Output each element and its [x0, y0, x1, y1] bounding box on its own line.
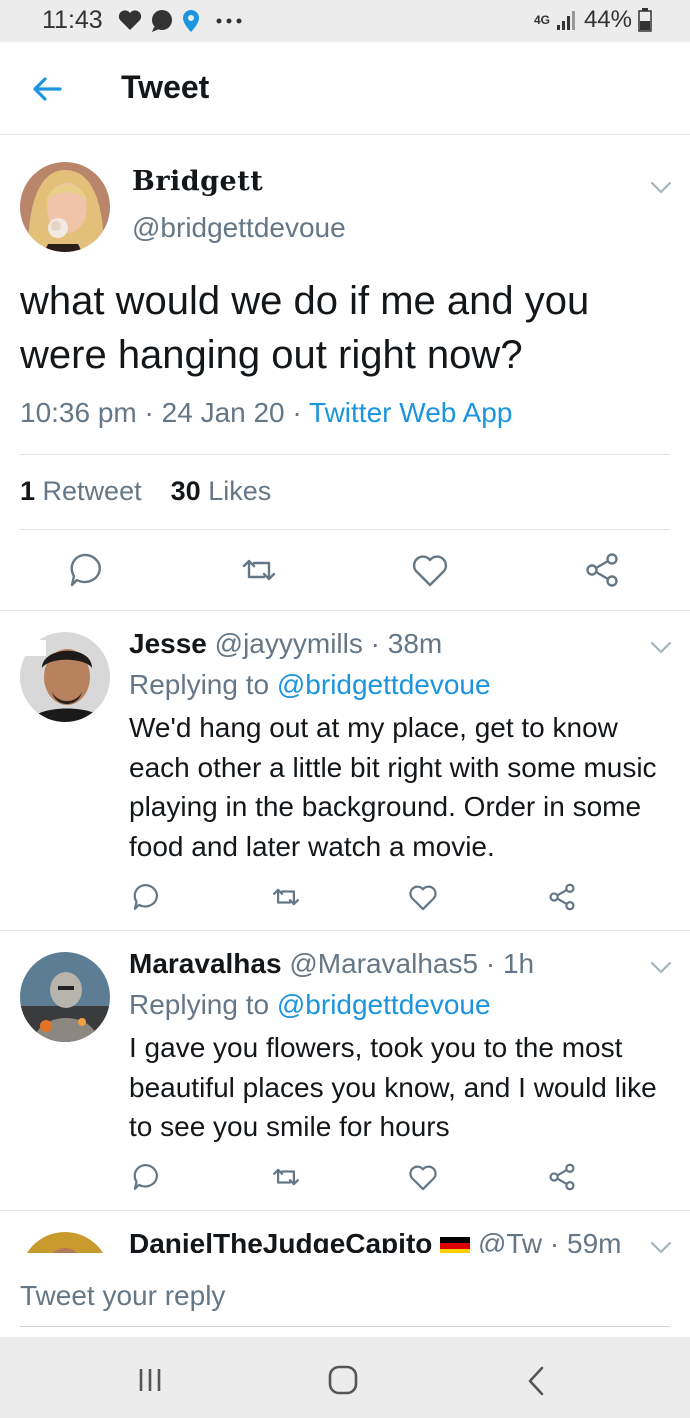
likes-stat[interactable]: 30 Likes — [171, 476, 272, 506]
replying-to-line: Replying to @bridgettdevoue — [129, 989, 491, 1021]
battery-icon — [638, 8, 652, 32]
flag-icon — [440, 1236, 471, 1255]
retweet-icon[interactable] — [240, 551, 278, 589]
tweet-source-link[interactable]: Twitter Web App — [309, 397, 512, 428]
reply-input[interactable]: Tweet your reply — [20, 1280, 225, 1312]
reply-icon[interactable] — [67, 551, 105, 589]
divider — [20, 529, 670, 530]
replying-to-label: Replying to — [129, 669, 270, 700]
reply-author-name[interactable]: Jesse — [129, 628, 207, 659]
meta-separator: · — [485, 948, 496, 979]
meta-separator: · — [144, 397, 162, 428]
share-icon[interactable] — [547, 882, 577, 912]
network-type: 4G — [533, 12, 550, 27]
battery-percent: 44% — [583, 6, 632, 33]
replying-to-label: Replying to — [129, 989, 270, 1020]
tweet-time: 10:36 pm — [20, 397, 137, 428]
tweet-date: 24 Jan 20 — [161, 397, 285, 428]
likes-label: Likes — [208, 476, 272, 506]
reply-header: Maravalhas @Maravalhas5 · 1h — [129, 948, 534, 980]
retweet-icon[interactable] — [271, 882, 301, 912]
replying-to-line: Replying to @bridgettdevoue — [129, 669, 491, 701]
reply-age: 1h — [502, 948, 535, 979]
retweet-icon[interactable] — [271, 1162, 301, 1192]
retweets-label: Retweet — [42, 476, 142, 506]
reply-avatar-image — [20, 952, 110, 1042]
retweets-count: 1 — [20, 476, 36, 506]
reply-icon[interactable] — [131, 1162, 161, 1192]
reply-text: We'd hang out at my place, get to know e… — [129, 712, 657, 862]
share-icon[interactable] — [547, 1162, 577, 1192]
recent-apps-icon[interactable] — [137, 1368, 163, 1392]
author-name[interactable]: Bridgett — [132, 166, 263, 197]
divider — [20, 454, 670, 455]
replying-to-mention[interactable]: @bridgettdevoue — [277, 989, 491, 1020]
home-icon[interactable] — [328, 1365, 358, 1395]
like-heart-icon[interactable] — [408, 883, 438, 913]
reply-author-name[interactable]: Maravalhas — [129, 948, 282, 979]
back-arrow-icon[interactable] — [30, 72, 64, 106]
reply-options-chevron-icon[interactable] — [650, 641, 672, 655]
status-right: 4G 44% — [534, 6, 652, 34]
tweet-stats: 1 Retweet 30 Likes — [20, 476, 271, 507]
reply-age: 38m — [387, 628, 443, 659]
author-handle[interactable]: @bridgettdevoue — [132, 212, 346, 244]
share-icon[interactable] — [583, 551, 621, 589]
tweet-text: what would we do if me and you were hang… — [20, 279, 590, 377]
reply-options-chevron-icon[interactable] — [650, 961, 672, 975]
reply-avatar[interactable] — [20, 952, 110, 1042]
message-notification-icon — [152, 10, 172, 32]
reply-author-handle[interactable]: @jayyymills — [215, 628, 363, 659]
like-heart-icon[interactable] — [408, 1163, 438, 1193]
reply-icon[interactable] — [131, 882, 161, 912]
system-navigation-bar — [0, 1337, 690, 1418]
tweet-options-chevron-icon[interactable] — [650, 181, 672, 195]
top-app-bar: Tweet — [0, 42, 690, 135]
meta-separator: · — [292, 397, 310, 428]
divider — [0, 610, 690, 611]
reply-text: I gave you flowers, took you to the most… — [129, 1032, 657, 1142]
like-heart-icon[interactable] — [411, 552, 449, 590]
replying-to-mention[interactable]: @bridgettdevoue — [277, 669, 491, 700]
author-avatar-image — [20, 162, 110, 252]
meta-separator: · — [370, 628, 380, 659]
heart-notification-icon — [118, 10, 142, 31]
likes-count: 30 — [170, 476, 201, 506]
signal-icon — [556, 11, 575, 30]
retweets-stat[interactable]: 1 Retweet — [20, 476, 142, 506]
reply-header: Jesse @jayyymills · 38m — [129, 628, 442, 660]
more-notifications-icon — [216, 18, 242, 24]
tweet-metadata: 10:36 pm · 24 Jan 20 · Twitter Web App — [20, 397, 512, 429]
composer-underline — [20, 1326, 670, 1327]
reply-avatar-image — [20, 632, 110, 722]
reply-author-handle[interactable]: @Maravalhas5 — [289, 948, 478, 979]
status-bar: 11:43 4G 44% — [0, 0, 690, 42]
page-title: Tweet — [121, 69, 210, 105]
system-back-icon[interactable] — [526, 1366, 546, 1396]
reply-avatar[interactable] — [20, 632, 110, 722]
status-time: 11:43 — [42, 6, 103, 34]
divider — [0, 930, 690, 931]
author-avatar[interactable] — [20, 162, 110, 252]
divider — [0, 1210, 690, 1211]
location-notification-icon — [183, 10, 199, 32]
